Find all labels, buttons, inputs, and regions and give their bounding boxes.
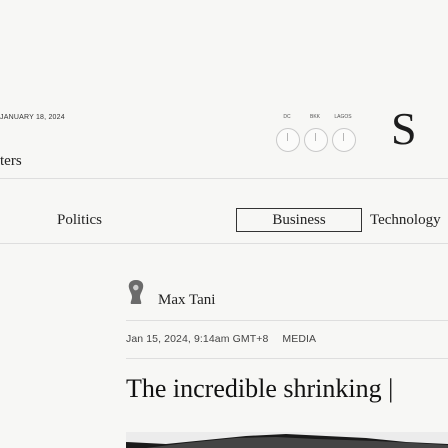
divider (0, 178, 448, 179)
clock-icon (332, 128, 356, 152)
author-name[interactable]: Max Tani (158, 292, 215, 309)
semafor-logo[interactable]: S (391, 106, 417, 152)
article-meta: Jan 15, 2024, 9:14am GMT+8 MEDIA (126, 333, 316, 345)
clock-icon (304, 128, 328, 152)
clock-label-lagos: LAGOS (334, 114, 352, 120)
header-date: JANUARY 18, 2024 (0, 114, 65, 121)
nav-politics[interactable]: Politics (57, 212, 102, 229)
brand-text-fragment[interactable]: ters (0, 153, 22, 170)
nav-technology[interactable]: Technology (370, 212, 441, 229)
article-headline: The incredible shrinking | (126, 374, 394, 403)
author-avatar[interactable] (126, 278, 146, 306)
divider (126, 320, 448, 321)
clock-icon (276, 128, 300, 152)
article-category[interactable]: MEDIA (282, 333, 316, 345)
nav-business[interactable]: Business (236, 208, 362, 232)
divider (126, 358, 448, 359)
divider (0, 243, 448, 244)
hero-image (126, 432, 448, 448)
world-clocks: DC BKK LAGOS (270, 114, 382, 170)
article-timestamp: Jan 15, 2024, 9:14am GMT+8 (126, 333, 269, 345)
